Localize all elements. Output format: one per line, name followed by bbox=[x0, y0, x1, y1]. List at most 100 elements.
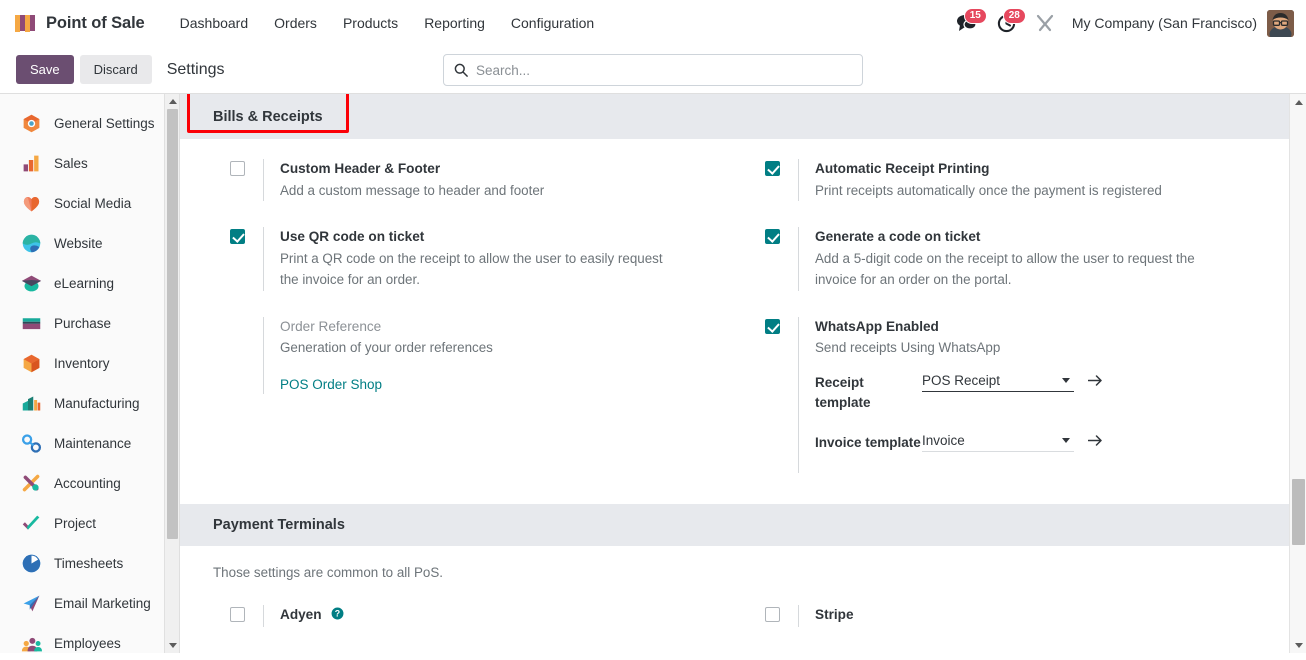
section-header-payment-terminals: Payment Terminals bbox=[180, 504, 1306, 547]
sidebar-item-email-marketing[interactable]: Email Marketing bbox=[0, 583, 179, 623]
sidebar-item-elearning[interactable]: eLearning bbox=[0, 263, 179, 303]
sidebar-item-accounting[interactable]: Accounting bbox=[0, 463, 179, 503]
chevron-down-icon bbox=[1062, 438, 1070, 444]
settings-column-left: Custom Header & Footer Add a custom mess… bbox=[180, 159, 743, 493]
invoice-template-internal-link[interactable] bbox=[1087, 433, 1103, 452]
website-icon bbox=[22, 234, 41, 252]
section-title: Payment Terminals bbox=[213, 517, 345, 534]
setting-description: Print a QR code on the receipt to allow … bbox=[280, 251, 663, 287]
nav-link-products[interactable]: Products bbox=[330, 9, 411, 37]
setting-body: Order Reference Generation of your order… bbox=[263, 316, 743, 395]
save-button[interactable]: Save bbox=[16, 55, 74, 84]
sidebar-item-inventory[interactable]: Inventory bbox=[0, 343, 179, 383]
general-settings-icon bbox=[23, 114, 40, 132]
sidebar-item-maintenance[interactable]: Maintenance bbox=[0, 423, 179, 463]
checkbox-wrap bbox=[765, 227, 798, 290]
page-title: Settings bbox=[166, 60, 225, 78]
brand-home-link[interactable]: Point of Sale bbox=[14, 13, 145, 34]
company-switcher[interactable]: My Company (San Francisco) bbox=[1064, 15, 1267, 31]
sidebar-scroll-thumb[interactable] bbox=[167, 109, 178, 539]
question-mark-icon[interactable]: ? bbox=[331, 607, 344, 620]
avatar[interactable] bbox=[1267, 9, 1294, 37]
checkbox-wrap bbox=[765, 317, 798, 473]
nav-link-orders[interactable]: Orders bbox=[261, 9, 330, 37]
sidebar-label: Timesheets bbox=[54, 555, 124, 571]
sidebar-item-employees[interactable]: Employees bbox=[0, 623, 179, 653]
receipt-template-row: Receipt template POS Receipt bbox=[815, 373, 1306, 413]
stripe-checkbox[interactable] bbox=[765, 607, 780, 623]
nav-link-dashboard[interactable]: Dashboard bbox=[167, 9, 262, 37]
sidebar-scroll-down-arrow[interactable] bbox=[165, 638, 179, 653]
checkbox-wrap bbox=[765, 159, 798, 201]
main-scrollbar[interactable] bbox=[1289, 94, 1306, 653]
nav-link-reporting[interactable]: Reporting bbox=[411, 9, 498, 37]
settings-content: Bills & Receipts Custom Header & Footer … bbox=[180, 94, 1306, 653]
order-reference-no-checkbox bbox=[230, 319, 245, 334]
sidebar-item-purchase[interactable]: Purchase bbox=[0, 303, 179, 343]
invoice-template-select[interactable]: Invoice bbox=[922, 433, 1074, 453]
manufacturing-icon bbox=[22, 396, 41, 410]
sidebar-label: Purchase bbox=[54, 315, 112, 331]
pos-order-shop-link[interactable]: POS Order Shop bbox=[280, 377, 382, 392]
custom-header-footer-checkbox[interactable] bbox=[230, 161, 245, 176]
email-marketing-icon bbox=[23, 595, 40, 611]
main-scroll-up-arrow[interactable] bbox=[1290, 94, 1306, 110]
generate-code-checkbox[interactable] bbox=[765, 229, 780, 245]
receipt-template-internal-link[interactable] bbox=[1087, 373, 1103, 392]
sidebar-label: Manufacturing bbox=[54, 395, 140, 411]
debug-menu-button[interactable] bbox=[1026, 10, 1064, 36]
setting-body: Automatic Receipt Printing Print receipt… bbox=[798, 159, 1306, 202]
section-header-bills-receipts: Bills & Receipts bbox=[180, 94, 1306, 139]
use-qr-code-checkbox[interactable] bbox=[230, 229, 245, 245]
setting-body: Generate a code on ticket Add a 5-digit … bbox=[798, 227, 1306, 291]
sidebar-item-project[interactable]: Project bbox=[0, 503, 179, 543]
whatsapp-enabled-checkbox[interactable] bbox=[765, 318, 780, 334]
activities-button[interactable]: 28 bbox=[987, 7, 1026, 37]
sidebar-item-timesheets[interactable]: Timesheets bbox=[0, 543, 179, 583]
maintenance-icon bbox=[21, 433, 42, 453]
setting-description: Print receipts automatically once the pa… bbox=[815, 182, 1162, 198]
setting-description: Add a custom message to header and foote… bbox=[280, 182, 545, 198]
setting-label: Order Reference bbox=[280, 318, 382, 334]
terminals-column-left: Adyen ? bbox=[180, 605, 743, 653]
sidebar-item-sales[interactable]: Sales bbox=[0, 143, 179, 183]
messages-button[interactable]: 15 bbox=[946, 8, 987, 36]
stripe-label: Stripe bbox=[815, 607, 854, 623]
setting-label: Generate a code on ticket bbox=[815, 229, 981, 245]
nav-link-configuration[interactable]: Configuration bbox=[498, 9, 607, 37]
settings-main-panel: Bills & Receipts Custom Header & Footer … bbox=[180, 94, 1306, 653]
setting-label: Custom Header & Footer bbox=[280, 161, 441, 176]
elearning-icon bbox=[21, 275, 42, 291]
main-scroll-down-arrow[interactable] bbox=[1290, 637, 1306, 653]
sales-icon bbox=[23, 155, 39, 171]
setting-label: WhatsApp Enabled bbox=[815, 318, 939, 334]
messages-badge: 15 bbox=[963, 8, 987, 24]
main-scroll-thumb[interactable] bbox=[1292, 479, 1305, 545]
search-box[interactable] bbox=[443, 54, 863, 86]
social-media-icon bbox=[23, 196, 40, 211]
arrow-right-icon bbox=[1087, 375, 1102, 386]
sidebar-scrollbar[interactable] bbox=[164, 94, 179, 653]
sidebar-item-website[interactable]: Website bbox=[0, 223, 179, 263]
sidebar-item-manufacturing[interactable]: Manufacturing bbox=[0, 383, 179, 423]
search-input[interactable] bbox=[476, 62, 852, 78]
receipt-template-label: Receipt template bbox=[815, 375, 871, 411]
inventory-icon bbox=[23, 354, 40, 372]
sidebar-item-social-media[interactable]: Social Media bbox=[0, 183, 179, 223]
adyen-checkbox[interactable] bbox=[230, 607, 245, 623]
receipt-template-select[interactable]: POS Receipt bbox=[922, 373, 1074, 393]
user-avatar-image bbox=[1267, 9, 1294, 37]
sidebar-scroll-up-arrow[interactable] bbox=[165, 94, 179, 109]
automatic-receipt-printing-checkbox[interactable] bbox=[765, 161, 780, 176]
setting-body: Custom Header & Footer Add a custom mess… bbox=[263, 159, 743, 202]
sidebar-item-general-settings[interactable]: General Settings bbox=[0, 103, 179, 143]
discard-button[interactable]: Discard bbox=[79, 55, 152, 84]
purchase-icon bbox=[22, 317, 41, 329]
sidebar-label: Sales bbox=[54, 155, 88, 171]
setting-generate-code-on-ticket: Generate a code on ticket Add a 5-digit … bbox=[765, 227, 1306, 291]
search-icon bbox=[454, 63, 468, 77]
invoice-template-row: Invoice template Invoice bbox=[815, 433, 1306, 453]
activities-badge: 28 bbox=[1002, 7, 1026, 24]
setting-body: Stripe bbox=[798, 605, 1306, 627]
accounting-icon bbox=[22, 474, 40, 491]
